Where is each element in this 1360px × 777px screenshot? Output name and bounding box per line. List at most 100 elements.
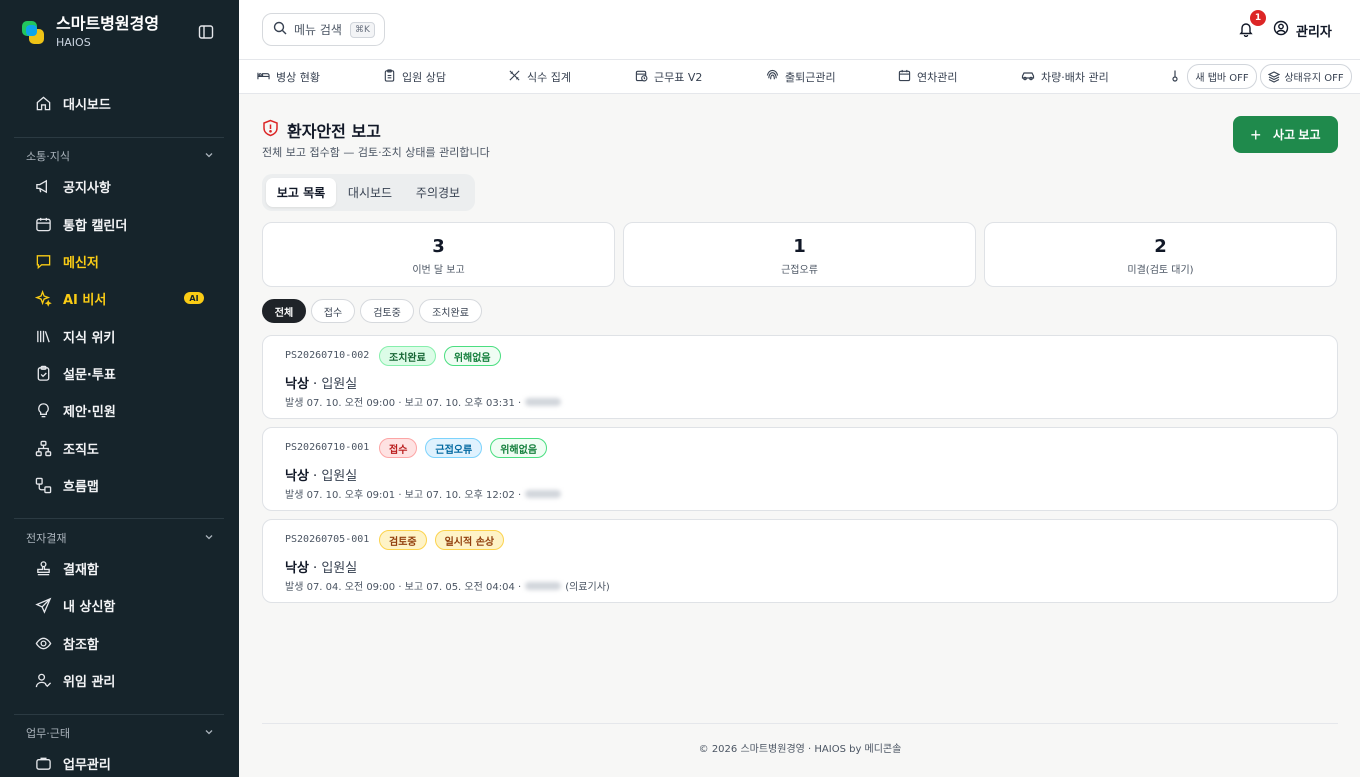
tab-report-list[interactable]: 보고 목록 bbox=[266, 178, 336, 207]
plus-icon: + bbox=[1250, 124, 1261, 145]
shield-alert-icon bbox=[262, 119, 287, 141]
report-meta-text: 발생 07. 10. 오전 09:00 · 보고 07. 10. 오후 03:3… bbox=[285, 398, 522, 409]
sidebar-item-messenger[interactable]: 메신저 bbox=[34, 248, 99, 274]
sparkle-icon bbox=[34, 289, 52, 307]
quick-tab-admission[interactable]: 입원 상담 bbox=[383, 60, 446, 93]
calendar-icon bbox=[898, 69, 917, 85]
report-dept: 입원실 bbox=[321, 469, 358, 484]
section-header-work[interactable]: 업무·근태 bbox=[26, 725, 214, 741]
redacted-reporter bbox=[525, 581, 562, 590]
report-card[interactable]: PS20260710-001 접수 근접오류 위해없음 낙상 · 입원실 발생 … bbox=[262, 427, 1338, 511]
sidebar-item-label: 흐름맵 bbox=[63, 479, 99, 495]
stat-label: 미결(검토 대기) bbox=[1127, 265, 1194, 276]
sidebar-item-label: 조직도 bbox=[63, 442, 99, 458]
sidebar-item-label: 제안·민원 bbox=[63, 404, 116, 420]
redacted-reporter bbox=[525, 397, 562, 406]
filter-chip-resolved[interactable]: 조치완료 bbox=[419, 299, 482, 323]
divider bbox=[14, 137, 224, 138]
status-badge: 조치완료 bbox=[379, 346, 436, 366]
org-chart-icon bbox=[34, 439, 52, 457]
quick-tab-bed-status[interactable]: 병상 현황 bbox=[257, 60, 320, 93]
harm-badge: 위해없음 bbox=[443, 346, 501, 366]
sidebar-item-my-submissions[interactable]: 내 상신함 bbox=[34, 592, 115, 618]
section-header-communication[interactable]: 소통·지식 bbox=[26, 148, 214, 164]
footer-text: © 2026 스마트병원경영 · HAIOS by 메디콘솔 bbox=[698, 744, 902, 755]
report-dept: 입원실 bbox=[321, 561, 358, 576]
sidebar-item-label: 내 상신함 bbox=[63, 599, 116, 615]
keep-state-label: 상태유지 OFF bbox=[1284, 73, 1344, 84]
report-title: 낙상 · 입원실 bbox=[285, 377, 358, 392]
filter-chip-all[interactable]: 전체 bbox=[262, 299, 306, 323]
stat-value: 2 bbox=[1154, 236, 1167, 257]
page-title-text: 환자안전 보고 bbox=[287, 122, 381, 141]
menu-search[interactable]: 메뉴 검색 ⌘K bbox=[262, 13, 385, 46]
quick-tab-meal-count[interactable]: 식수 집계 bbox=[508, 60, 571, 93]
report-id: PS20260710-001 bbox=[285, 442, 370, 453]
quick-tab-label: 근무표 V2 bbox=[654, 70, 703, 84]
quick-tab-label: 식수 집계 bbox=[527, 70, 571, 84]
stat-value: 3 bbox=[432, 236, 445, 257]
report-id: PS20260705-001 bbox=[285, 534, 370, 545]
tab-dashboard[interactable]: 대시보드 bbox=[336, 178, 404, 207]
filter-chip-reviewing[interactable]: 검토중 bbox=[360, 299, 414, 323]
quick-tab-schedule-v2[interactable]: 근무표 V2 bbox=[635, 60, 702, 93]
sidebar-item-ai-assistant[interactable]: AI 비서 bbox=[34, 285, 106, 311]
sidebar-item-label: 결재함 bbox=[63, 562, 99, 578]
quick-tab-attendance[interactable]: 출퇴근관리 bbox=[766, 60, 836, 93]
new-tabbar-toggle[interactable]: 새 탭바 OFF bbox=[1187, 64, 1257, 89]
send-icon bbox=[34, 596, 52, 614]
sidebar-item-approval-box[interactable]: 결재함 bbox=[34, 555, 99, 581]
sidebar-item-work-management[interactable]: 업무관리 bbox=[34, 750, 111, 776]
report-card[interactable]: PS20260705-001 검토중 일시적 손상 낙상 · 입원실 발생 07… bbox=[262, 519, 1338, 603]
brand-title: 스마트병원경영 bbox=[56, 14, 160, 33]
quick-tab-overflow[interactable] bbox=[1170, 60, 1186, 93]
sidebar-item-survey[interactable]: 설문·투표 bbox=[34, 360, 116, 386]
status-badge: 검토중 bbox=[379, 530, 427, 550]
eye-icon bbox=[34, 634, 52, 652]
filter-chip-received[interactable]: 접수 bbox=[311, 299, 355, 323]
quick-tab-label: 차량·배차 관리 bbox=[1041, 70, 1109, 84]
brand-logo bbox=[22, 21, 45, 44]
fingerprint-icon bbox=[766, 69, 785, 85]
quick-tab-leave[interactable]: 연차관리 bbox=[898, 60, 957, 93]
library-icon bbox=[34, 327, 52, 345]
tab-alerts[interactable]: 주의경보 bbox=[404, 178, 472, 207]
sidebar-item-notices[interactable]: 공지사항 bbox=[34, 173, 111, 199]
user-menu[interactable]: 관리자 bbox=[1273, 20, 1332, 40]
report-incident-button[interactable]: + 사고 보고 bbox=[1233, 116, 1338, 153]
view-tabs: 보고 목록 대시보드 주의경보 bbox=[262, 174, 475, 211]
quick-tab-vehicle[interactable]: 차량·배차 관리 bbox=[1021, 60, 1109, 93]
report-type: 낙상 bbox=[285, 561, 309, 576]
sidebar-item-label: 통합 캘린더 bbox=[63, 218, 128, 234]
sidebar-item-calendar[interactable]: 통합 캘린더 bbox=[34, 211, 127, 237]
stat-card-near-miss: 1 근접오류 bbox=[623, 222, 976, 287]
report-title: 낙상 · 입원실 bbox=[285, 561, 358, 576]
section-title: 전자결재 bbox=[26, 532, 67, 545]
page-subtitle: 전체 보고 접수함 — 검토·조치 상태를 관리합니다 bbox=[262, 146, 490, 159]
brand[interactable]: 스마트병원경영 HAIOS bbox=[22, 14, 159, 51]
sidebar-item-delegation[interactable]: 위임 관리 bbox=[34, 667, 115, 693]
sidebar: 스마트병원경영 HAIOS 대시보드 소통·지식 공지사항 통합 캘린더 메신저… bbox=[0, 0, 239, 777]
notification-count-badge: 1 bbox=[1250, 10, 1266, 26]
section-header-approval[interactable]: 전자결재 bbox=[26, 530, 214, 546]
sidebar-item-flowmap[interactable]: 흐름맵 bbox=[34, 472, 99, 498]
sidebar-item-dashboard[interactable]: 대시보드 bbox=[34, 90, 111, 116]
sidebar-item-label: 대시보드 bbox=[63, 97, 111, 113]
chevron-down-icon bbox=[204, 150, 214, 163]
clipboard-icon bbox=[34, 364, 52, 382]
sidebar-toggle-icon[interactable] bbox=[198, 24, 215, 41]
sidebar-item-org-chart[interactable]: 조직도 bbox=[34, 435, 99, 461]
topbar: 메뉴 검색 ⌘K 1 관리자 bbox=[239, 0, 1360, 60]
sidebar-item-suggestions[interactable]: 제안·민원 bbox=[34, 397, 116, 423]
report-meta-text: 발생 07. 10. 오후 09:01 · 보고 07. 10. 오후 12:0… bbox=[285, 490, 522, 501]
stat-card-monthly-reports: 3 이번 달 보고 bbox=[262, 222, 615, 287]
quick-tab-label: 연차관리 bbox=[917, 70, 958, 84]
sidebar-item-label: 참조함 bbox=[63, 637, 99, 653]
user-label: 관리자 bbox=[1296, 24, 1332, 40]
user-circle-icon bbox=[1273, 20, 1296, 40]
keep-state-toggle[interactable]: 상태유지 OFF bbox=[1260, 64, 1352, 89]
report-card[interactable]: PS20260710-002 조치완료 위해없음 낙상 · 입원실 발생 07.… bbox=[262, 335, 1338, 419]
section-title: 업무·근태 bbox=[26, 727, 70, 740]
sidebar-item-reference[interactable]: 참조함 bbox=[34, 630, 99, 656]
sidebar-item-wiki[interactable]: 지식 위키 bbox=[34, 323, 115, 349]
